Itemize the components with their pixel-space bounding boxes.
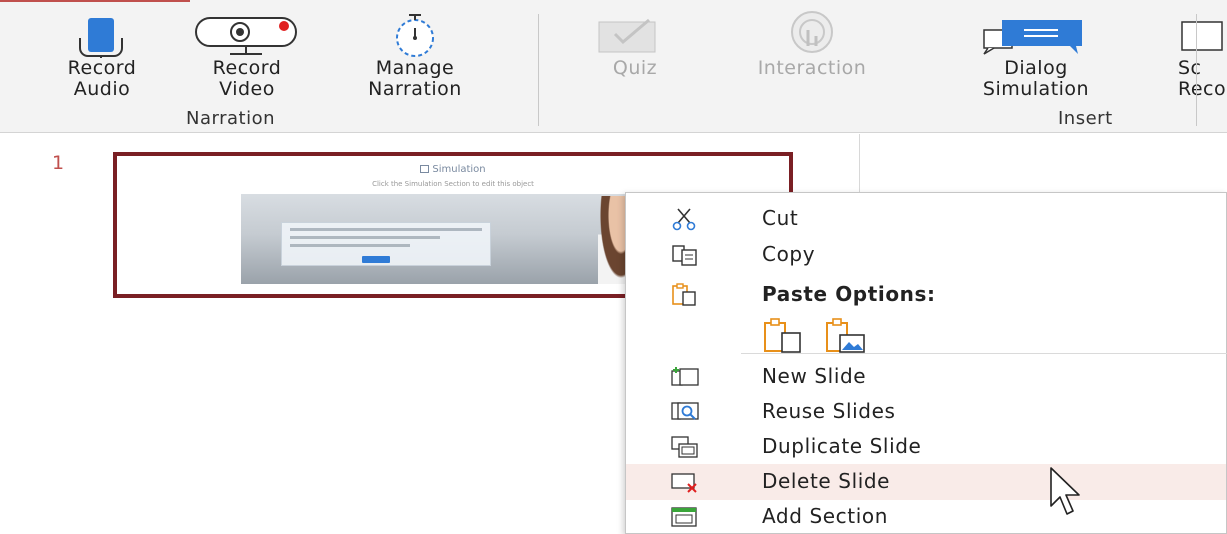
- group-separator: [1196, 14, 1197, 126]
- add-section-icon: [670, 505, 700, 529]
- screen-recording-icon: [1170, 10, 1227, 58]
- quiz-button[interactable]: Quiz: [585, 10, 685, 79]
- insert-group-label: Insert: [1058, 108, 1113, 129]
- narration-group-label: Narration: [186, 108, 275, 129]
- copy-icon: [670, 243, 700, 267]
- simulation-preview-image: [241, 194, 666, 284]
- slide-number: 1: [52, 152, 65, 174]
- mouse-pointer-icon: [1049, 466, 1089, 520]
- screen-recording-button[interactable]: Sc Reco: [1170, 10, 1227, 100]
- paste-options-row: [762, 317, 962, 357]
- menu-separator: [741, 353, 1227, 354]
- quiz-icon: [585, 10, 685, 58]
- dialog-simulation-button[interactable]: Dialog Simulation: [966, 10, 1106, 100]
- simulation-text-panel: [281, 222, 491, 266]
- microphone-icon: [38, 10, 166, 58]
- new-slide-icon: [670, 365, 700, 389]
- menu-item-duplicate-slide[interactable]: Duplicate Slide: [626, 429, 1226, 465]
- manage-narration-button[interactable]: Manage Narration: [330, 10, 500, 100]
- webcam-icon: [182, 10, 312, 58]
- menu-item-copy[interactable]: Copy: [626, 237, 1226, 273]
- scissors-icon: [670, 207, 700, 231]
- paste-icon: [670, 283, 700, 307]
- slide-title: Simulation: [117, 164, 789, 175]
- menu-item-reuse-slides[interactable]: Reuse Slides: [626, 394, 1226, 430]
- menu-item-paste-options: Paste Options:: [626, 277, 1226, 313]
- record-audio-button[interactable]: Record Audio: [38, 10, 166, 100]
- active-tab-indicator: [0, 0, 190, 6]
- paste-keep-source-icon[interactable]: [762, 317, 804, 355]
- delete-slide-icon: [670, 470, 700, 494]
- ribbon: Record Audio Record Video Manage Narrati…: [0, 0, 1227, 133]
- menu-item-add-section[interactable]: Add Section: [626, 499, 1226, 534]
- context-menu: Cut Copy Paste Options: New Slide Reuse …: [625, 192, 1227, 534]
- record-video-button[interactable]: Record Video: [182, 10, 312, 100]
- reuse-slides-icon: [670, 400, 700, 424]
- touch-icon: [712, 10, 912, 58]
- menu-item-new-slide[interactable]: New Slide: [626, 359, 1226, 395]
- duplicate-slide-icon: [670, 435, 700, 459]
- simulation-start-button: [362, 256, 390, 263]
- menu-item-delete-slide[interactable]: Delete Slide: [626, 464, 1226, 500]
- group-separator: [538, 14, 539, 126]
- paste-picture-icon[interactable]: [824, 317, 866, 355]
- speech-bubbles-icon: [966, 10, 1106, 58]
- stopwatch-icon: [330, 10, 500, 58]
- interaction-button[interactable]: Interaction: [712, 10, 912, 79]
- simulation-icon: [420, 165, 430, 173]
- menu-item-cut[interactable]: Cut: [626, 201, 1226, 237]
- slide-subtitle: Click the Simulation Section to edit thi…: [372, 180, 534, 188]
